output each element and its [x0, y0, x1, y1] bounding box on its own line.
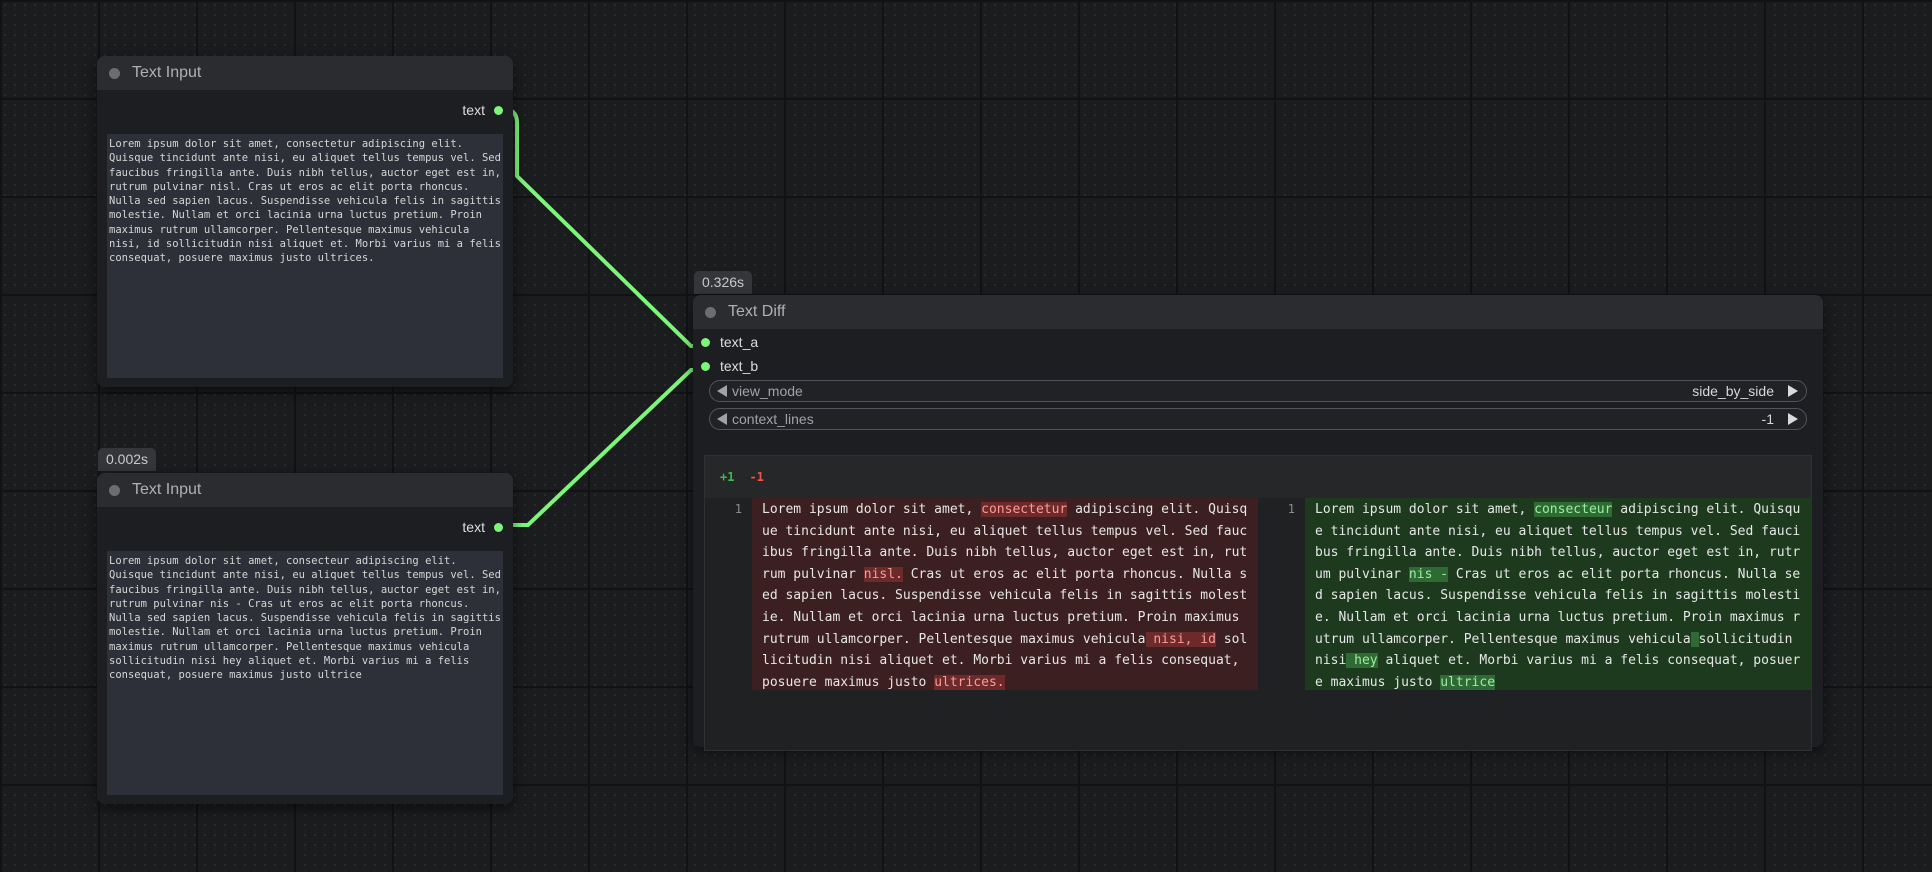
timing-badge: 0.002s	[98, 448, 157, 471]
node-title: Text Input	[132, 64, 202, 81]
node-body: text Lorem ipsum dolor sit amet, consect…	[97, 507, 513, 804]
collapse-dot-icon[interactable]	[109, 484, 120, 496]
input-dot-icon[interactable]	[701, 337, 710, 347]
input-label: text_b	[720, 358, 759, 374]
input-dot-icon[interactable]	[701, 361, 710, 371]
diff-highlight: nisl.	[863, 566, 903, 582]
output-dot-icon[interactable]	[494, 522, 503, 532]
text-input-area[interactable]: Lorem ipsum dolor sit amet, consecteur a…	[107, 551, 503, 795]
node-title: Text Diff	[728, 303, 786, 320]
diff-text: Lorem ipsum dolor sit amet,	[762, 502, 982, 517]
input-slot-text-b[interactable]: text_b	[701, 358, 758, 374]
output-label: text	[462, 102, 485, 118]
collapse-dot-icon[interactable]	[109, 67, 120, 79]
text-input-area[interactable]: Lorem ipsum dolor sit amet, consectetur …	[107, 134, 503, 378]
timing-badge: 0.326s	[694, 271, 753, 294]
output-label: text	[462, 519, 485, 535]
diff-right-side: 1 Lorem ipsum dolor sit amet, consecteur…	[1258, 498, 1811, 690]
node-header[interactable]: Text Input	[97, 56, 513, 90]
widget-label: context_lines	[732, 411, 814, 427]
text-input-node-2[interactable]: Text Input text Lorem ipsum dolor sit am…	[97, 473, 513, 804]
node-header[interactable]: Text Input	[97, 473, 513, 507]
diff-highlight: consecteur	[1534, 502, 1613, 517]
output-slot-text[interactable]: text	[462, 519, 503, 535]
diff-highlight: hey	[1346, 653, 1378, 669]
link-text-a	[501, 107, 704, 348]
diff-output: +1 -1 1 Lorem ipsum dolor sit amet, cons…	[704, 455, 1812, 751]
removed-line: Lorem ipsum dolor sit amet, consectetur …	[752, 498, 1258, 690]
arrow-left-icon[interactable]	[717, 413, 727, 425]
input-slot-text-a[interactable]: text_a	[701, 334, 758, 350]
widget-value: -1	[1761, 411, 1774, 427]
diff-highlight: ultrices.	[934, 674, 1005, 690]
node-header[interactable]: Text Diff	[693, 295, 1823, 329]
arrow-right-icon[interactable]	[1788, 413, 1798, 425]
diff-highlight: nis -	[1408, 566, 1449, 582]
line-number: 1	[734, 502, 742, 516]
diff-left-side: 1 Lorem ipsum dolor sit amet, consectetu…	[705, 498, 1258, 690]
link-text-b	[501, 368, 704, 527]
node-title: Text Input	[132, 481, 202, 498]
diff-stats: +1 -1	[705, 456, 1811, 498]
diff-highlight: ultrice	[1440, 674, 1496, 690]
collapse-dot-icon[interactable]	[705, 306, 716, 318]
diff-text: Lorem ipsum dolor sit amet,	[1315, 502, 1535, 517]
output-dot-icon[interactable]	[494, 105, 503, 115]
added-line: Lorem ipsum dolor sit amet, consecteur a…	[1305, 498, 1811, 690]
context-lines-number[interactable]: context_lines -1	[709, 408, 1807, 430]
line-number: 1	[1287, 502, 1295, 516]
text-input-node-1[interactable]: Text Input text Lorem ipsum dolor sit am…	[97, 56, 513, 387]
diff-text: aliquet et. Morbi varius mi a felis cons…	[1315, 653, 1801, 690]
node-body: text Lorem ipsum dolor sit amet, consect…	[97, 90, 513, 387]
widget-value: side_by_side	[1692, 383, 1774, 399]
diff-highlight: nisi, id	[1145, 631, 1216, 647]
removed-count: -1	[749, 470, 764, 484]
arrow-right-icon[interactable]	[1788, 385, 1798, 397]
output-slot-text[interactable]: text	[462, 102, 503, 118]
arrow-left-icon[interactable]	[717, 385, 727, 397]
diff-highlight	[1690, 631, 1699, 647]
view-mode-combo[interactable]: view_mode side_by_side	[709, 380, 1807, 402]
added-count: +1	[720, 470, 735, 484]
widget-label: view_mode	[732, 383, 803, 399]
diff-highlight: consectetur	[981, 502, 1068, 517]
input-label: text_a	[720, 334, 759, 350]
